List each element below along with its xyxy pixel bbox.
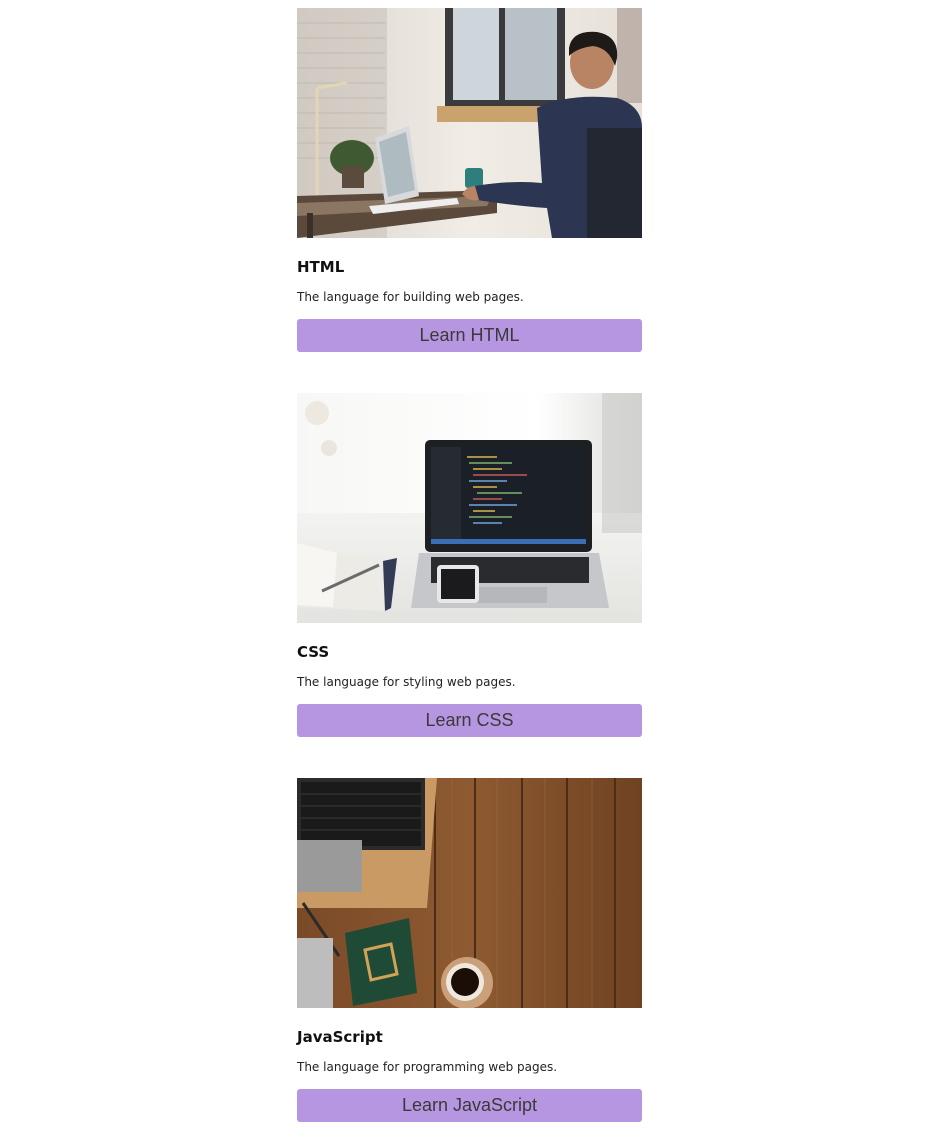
learn-html-button[interactable]: Learn HTML bbox=[297, 319, 642, 352]
course-description: The language for styling web pages. bbox=[297, 675, 516, 689]
laptop-with-code-on-desk-photo bbox=[297, 393, 642, 623]
course-card-html: HTML The language for building web pages… bbox=[297, 8, 642, 352]
course-card-css: CSS The language for styling web pages. … bbox=[297, 393, 642, 737]
learn-css-button[interactable]: Learn CSS bbox=[297, 704, 642, 737]
wooden-desk-with-laptop-and-coffee-photo bbox=[297, 778, 642, 1008]
course-description: The language for building web pages. bbox=[297, 290, 524, 304]
course-title: JavaScript bbox=[297, 1028, 383, 1046]
course-image-html bbox=[297, 8, 642, 238]
course-card-list: HTML The language for building web pages… bbox=[297, 8, 642, 1122]
course-title: CSS bbox=[297, 643, 330, 661]
course-image-css bbox=[297, 393, 642, 623]
course-card-javascript: JavaScript The language for programming … bbox=[297, 778, 642, 1122]
course-description: The language for programming web pages. bbox=[297, 1060, 558, 1074]
course-title: HTML bbox=[297, 258, 345, 276]
man-working-on-laptop-photo bbox=[297, 8, 642, 238]
course-image-javascript bbox=[297, 778, 642, 1008]
learn-javascript-button[interactable]: Learn JavaScript bbox=[297, 1089, 642, 1122]
